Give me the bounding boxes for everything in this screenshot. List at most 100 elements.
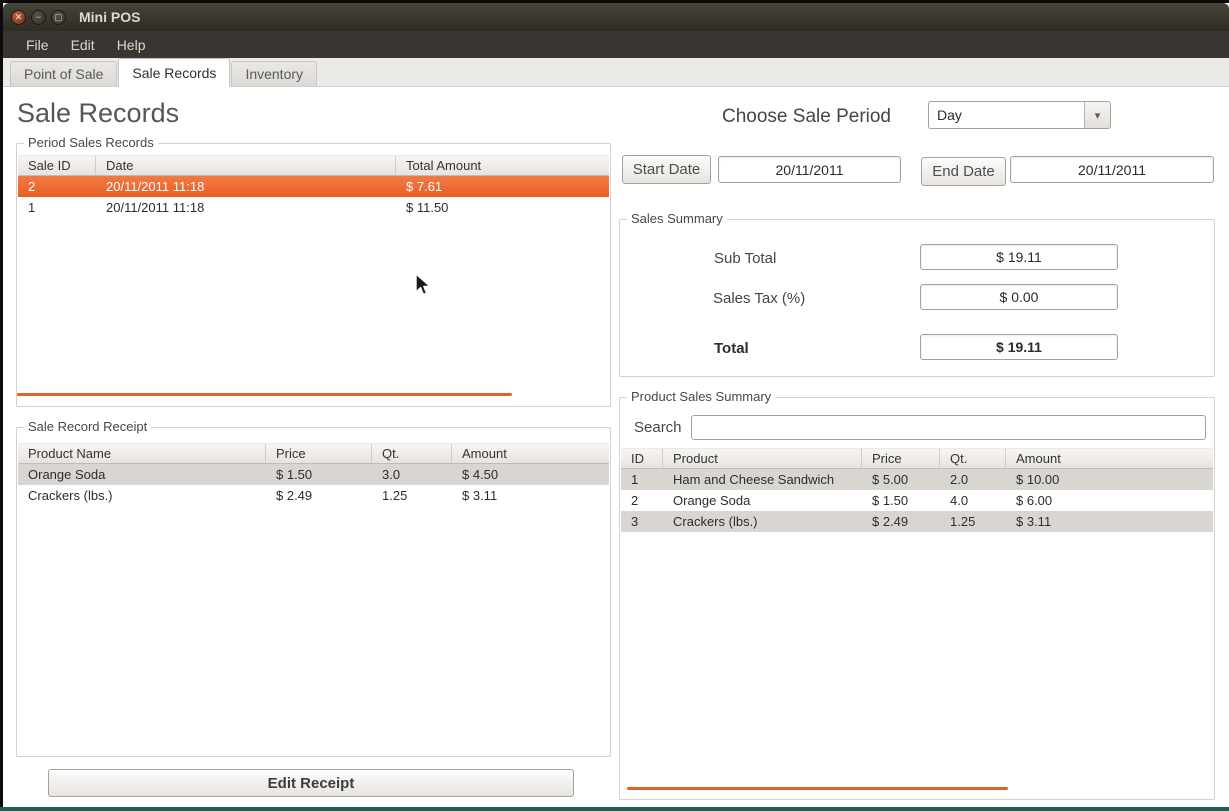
period-sales-table: Sale ID Date Total Amount 2 20/11/2011 1…: [18, 155, 609, 218]
cell-product-name: Crackers (lbs.): [28, 488, 113, 503]
cell-amount: $ 3.11: [462, 488, 498, 503]
sales-tax-field[interactable]: $ 0.00: [920, 284, 1118, 310]
start-date-button[interactable]: Start Date: [622, 155, 711, 184]
end-date-button[interactable]: End Date: [921, 157, 1006, 186]
tab-point-of-sale[interactable]: Point of Sale: [10, 61, 118, 86]
cell-amount: $ 4.50: [462, 467, 499, 482]
column-header-amount[interactable]: Amount: [1006, 449, 1213, 468]
close-icon[interactable]: ✕: [11, 9, 26, 25]
titlebar[interactable]: ✕ − ▢ Mini POS: [3, 3, 1229, 31]
period-sales-table-header: Sale ID Date Total Amount: [18, 155, 609, 176]
column-header-date[interactable]: Date: [96, 156, 396, 175]
receipt-table-body: Orange Soda $ 1.50 3.0 $ 4.50 Crackers (…: [18, 464, 609, 506]
cell-amount: $ 6.00: [1016, 493, 1053, 508]
minimize-icon[interactable]: −: [31, 9, 46, 25]
search-input[interactable]: [691, 415, 1206, 440]
column-header-total-amount[interactable]: Total Amount: [396, 156, 609, 175]
product-summary-row[interactable]: 2 Orange Soda $ 1.50 4.0 $ 6.00: [621, 490, 1213, 511]
dropdown-button[interactable]: ▾: [1084, 102, 1110, 128]
column-header-product[interactable]: Product: [663, 449, 862, 468]
period-sales-table-body: 2 20/11/2011 11:18 $ 7.61 1 20/11/2011 1…: [18, 176, 609, 218]
cell-price: $ 1.50: [276, 467, 313, 482]
sale-period-dropdown[interactable]: Day ▾: [928, 101, 1111, 129]
edit-receipt-button[interactable]: Edit Receipt: [48, 769, 574, 797]
product-summary-frame: Product Sales Summary Search ID Product …: [619, 389, 1215, 800]
sale-record-row[interactable]: 2 20/11/2011 11:18 $ 7.61: [18, 176, 609, 197]
period-sales-frame: Period Sales Records Sale ID Date Total …: [16, 135, 611, 407]
total-field[interactable]: $ 19.11: [920, 334, 1118, 360]
choose-sale-period-label: Choose Sale Period: [722, 106, 891, 127]
total-label: Total: [714, 340, 749, 357]
window-controls: ✕ − ▢: [3, 9, 66, 25]
cell-id: 2: [631, 493, 639, 508]
column-header-amount[interactable]: Amount: [452, 444, 609, 463]
product-summary-row[interactable]: 3 Crackers (lbs.) $ 2.49 1.25 $ 3.11: [621, 511, 1213, 532]
receipt-frame: Sale Record Receipt Product Name Price Q…: [16, 419, 611, 757]
tab-sale-records[interactable]: Sale Records: [118, 58, 231, 87]
cell-qty: 1.25: [950, 514, 976, 529]
column-header-id[interactable]: ID: [621, 449, 663, 468]
cell-amount: $ 10.00: [1016, 472, 1060, 487]
receipt-table: Product Name Price Qt. Amount Orange Sod…: [18, 443, 609, 506]
sales-tax-label: Sales Tax (%): [713, 290, 806, 307]
app-window: ✕ − ▢ Mini POS File Edit Help Point of S…: [3, 3, 1229, 807]
cell-product-name: Orange Soda: [28, 467, 106, 482]
menu-file[interactable]: File: [15, 33, 60, 57]
menubar: File Edit Help: [3, 31, 1229, 58]
product-summary-table-body: 1 Ham and Cheese Sandwich $ 5.00 2.0 $ 1…: [621, 469, 1213, 532]
cell-price: $ 5.00: [872, 472, 909, 487]
cell-sale-id: 1: [28, 200, 36, 215]
column-header-sale-id[interactable]: Sale ID: [18, 156, 96, 175]
cell-qty: 3.0: [382, 467, 401, 482]
cell-id: 3: [631, 514, 639, 529]
receipt-row[interactable]: Orange Soda $ 1.50 3.0 $ 4.50: [18, 464, 609, 485]
product-summary-frame-label: Product Sales Summary: [627, 389, 776, 405]
menu-help[interactable]: Help: [106, 33, 157, 57]
sales-summary-frame-label: Sales Summary: [627, 211, 727, 227]
cell-price: $ 2.49: [872, 514, 909, 529]
cell-sale-id: 2: [28, 179, 36, 194]
start-date-field[interactable]: 20/11/2011: [718, 156, 901, 183]
tab-strip: Point of Sale Sale Records Inventory: [3, 58, 1229, 87]
cell-total-amount: $ 7.61: [406, 179, 443, 194]
cell-qty: 2.0: [950, 472, 969, 487]
cell-date: 20/11/2011 11:18: [106, 200, 205, 215]
sale-record-row[interactable]: 1 20/11/2011 11:18 $ 11.50: [18, 197, 609, 218]
cell-product: Crackers (lbs.): [673, 514, 758, 529]
sale-period-value: Day: [937, 107, 962, 123]
cell-price: $ 2.49: [276, 488, 313, 503]
column-header-price[interactable]: Price: [862, 449, 940, 468]
tab-inventory[interactable]: Inventory: [231, 61, 318, 86]
cell-qty: 1.25: [382, 488, 408, 503]
search-label: Search: [634, 419, 682, 436]
window-title: Mini POS: [79, 9, 141, 25]
receipt-frame-label: Sale Record Receipt: [24, 419, 152, 435]
product-summary-table: ID Product Price Qt. Amount 1 Ham and Ch…: [621, 448, 1213, 532]
cell-product: Ham and Cheese Sandwich: [673, 472, 835, 487]
column-header-price[interactable]: Price: [266, 444, 372, 463]
cell-price: $ 1.50: [872, 493, 909, 508]
sub-total-label: Sub Total: [714, 250, 777, 267]
period-sales-frame-label: Period Sales Records: [24, 135, 158, 151]
cell-qty: 4.0: [950, 493, 969, 508]
column-header-qty[interactable]: Qt.: [372, 444, 452, 463]
sales-summary-frame: Sales Summary Sub Total $ 19.11 Sales Ta…: [619, 211, 1215, 377]
cell-date: 20/11/2011 11:18: [106, 179, 205, 194]
product-summary-hscrollbar[interactable]: [627, 787, 1008, 790]
product-summary-table-header: ID Product Price Qt. Amount: [621, 448, 1213, 469]
end-date-field[interactable]: 20/11/2011: [1010, 156, 1214, 183]
product-summary-row[interactable]: 1 Ham and Cheese Sandwich $ 5.00 2.0 $ 1…: [621, 469, 1213, 490]
receipt-table-header: Product Name Price Qt. Amount: [18, 443, 609, 464]
menu-edit[interactable]: Edit: [60, 33, 106, 57]
cell-product: Orange Soda: [673, 493, 751, 508]
page-title: Sale Records: [17, 98, 180, 128]
column-header-qty[interactable]: Qt.: [940, 449, 1006, 468]
column-header-product-name[interactable]: Product Name: [18, 444, 266, 463]
maximize-icon[interactable]: ▢: [51, 9, 66, 25]
desktop-edge: [0, 807, 1229, 811]
receipt-row[interactable]: Crackers (lbs.) $ 2.49 1.25 $ 3.11: [18, 485, 609, 506]
sub-total-field[interactable]: $ 19.11: [920, 244, 1118, 270]
cell-total-amount: $ 11.50: [406, 200, 449, 215]
period-sales-hscrollbar[interactable]: [17, 393, 512, 396]
cell-id: 1: [631, 472, 639, 487]
